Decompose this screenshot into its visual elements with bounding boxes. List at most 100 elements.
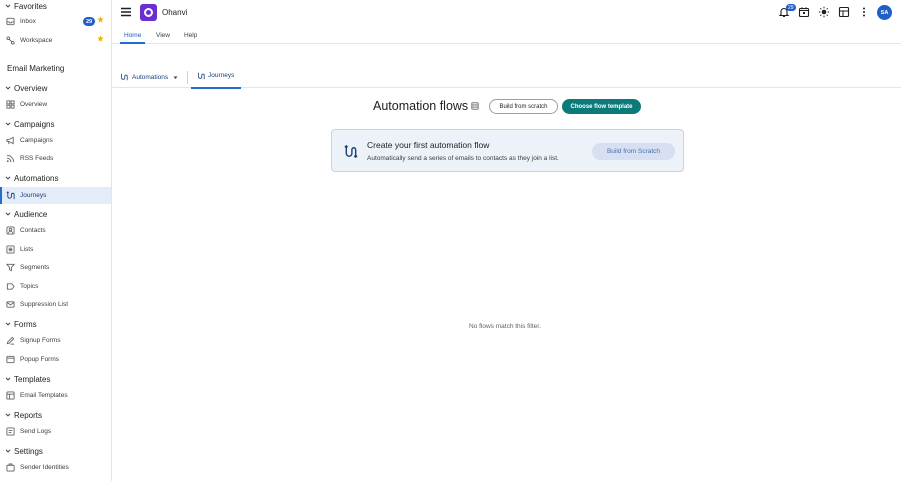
sidebar-item-contacts[interactable]: Contacts <box>0 222 111 239</box>
top-bar: Ohanvi 29 SA <box>112 0 901 27</box>
app-name: Ohanvi <box>162 8 188 17</box>
tag-icon <box>6 283 15 290</box>
flow-icon <box>6 191 15 200</box>
automations-dropdown-label: Automations <box>132 74 169 81</box>
sidebar-item-popup-forms[interactable]: Popup Forms <box>0 351 111 368</box>
sidebar-item-label: Popup Forms <box>20 356 60 363</box>
sidebar-item-label: Campaigns <box>20 137 53 144</box>
chevron-down-icon <box>5 449 11 453</box>
inbox-icon <box>6 17 15 26</box>
mail-block-icon <box>6 301 15 308</box>
sidebar-item-label: Segments <box>20 264 50 271</box>
sidebar-item-label: Topics <box>20 283 39 290</box>
sidebar-item-lists[interactable]: Lists <box>0 241 111 258</box>
sidebar-item-label: Sender Identities <box>20 464 69 471</box>
template-icon <box>6 391 15 400</box>
contact-icon <box>6 226 15 235</box>
section-title: Forms <box>14 319 37 329</box>
sidebar-item-segments[interactable]: Segments <box>0 259 111 276</box>
popup-icon <box>6 355 15 364</box>
tab-view[interactable]: View <box>156 27 170 44</box>
hamburger-menu-icon[interactable] <box>120 6 132 18</box>
build-from-scratch-button[interactable]: Build from scratch <box>489 99 558 114</box>
sidebar-item-overview[interactable]: Overview <box>0 96 111 113</box>
tab-help[interactable]: Help <box>184 27 197 44</box>
chevron-down-icon <box>5 176 11 180</box>
sidebar-item-journeys[interactable]: Journeys <box>0 187 111 204</box>
promo-build-from-scratch-button[interactable]: Build from Scratch <box>592 143 675 160</box>
list-icon <box>6 245 15 254</box>
section-title: Campaigns <box>14 119 55 129</box>
flows-header: Automation flows Build from scratch Choo… <box>366 89 650 122</box>
list-view-icon[interactable] <box>471 102 479 110</box>
section-campaigns[interactable]: Campaigns <box>0 118 111 130</box>
more-vertical-icon[interactable] <box>858 6 870 18</box>
tab-home[interactable]: Home <box>119 27 146 44</box>
section-overview[interactable]: Overview <box>0 82 111 94</box>
sidebar-item-label: Inbox <box>20 18 36 25</box>
app-logo[interactable] <box>140 4 157 21</box>
sidebar-item-suppression-list[interactable]: Suppression List <box>0 296 111 313</box>
sidebar-item-email-templates[interactable]: Email Templates <box>0 387 111 404</box>
user-avatar[interactable]: SA <box>877 5 892 20</box>
ribbon-tabs: Home View Help <box>112 27 901 44</box>
content-toolbar: Automations Journeys <box>112 67 901 89</box>
star-icon[interactable] <box>97 35 104 42</box>
sidebar-item-label: Lists <box>20 246 34 253</box>
section-title: Reports <box>14 410 43 420</box>
chevron-down-icon <box>5 413 11 417</box>
section-forms[interactable]: Forms <box>0 318 111 330</box>
chevron-down-icon <box>5 212 11 216</box>
notification-count-badge: 29 <box>786 4 796 11</box>
rss-icon <box>6 154 15 163</box>
sidebar-item-signup-forms[interactable]: Signup Forms <box>0 332 111 349</box>
sidebar-item-label: RSS Feeds <box>20 155 54 162</box>
sidebar-item-workspace[interactable]: Workspace <box>0 32 111 49</box>
tab-journeys[interactable]: Journeys <box>191 67 241 89</box>
calendar-icon[interactable] <box>798 6 810 18</box>
page-title: Automation flows <box>373 99 469 113</box>
section-settings[interactable]: Settings <box>0 445 111 457</box>
section-audience[interactable]: Audience <box>0 208 111 220</box>
section-title: Favorites <box>14 1 47 11</box>
grid-icon <box>6 100 15 109</box>
log-icon <box>6 427 15 436</box>
create-flow-card: Create your first automation flow Automa… <box>331 129 684 172</box>
sidebar-item-label: Send Logs <box>20 428 52 435</box>
section-title: Automations <box>14 173 59 183</box>
sidebar-item-campaigns[interactable]: Campaigns <box>0 132 111 149</box>
section-favorites[interactable]: Favorites <box>0 0 111 12</box>
empty-state-message: No flows match this filter. <box>469 323 541 330</box>
sidebar-item-label: Signup Forms <box>20 337 61 344</box>
sidebar-item-label: Overview <box>20 101 48 108</box>
sidebar-item-send-logs[interactable]: Send Logs <box>0 423 111 440</box>
section-title: Settings <box>14 446 43 456</box>
identity-icon <box>6 463 15 472</box>
flow-icon <box>344 144 358 159</box>
sidebar-item-rss-feeds[interactable]: RSS Feeds <box>0 150 111 167</box>
section-automations[interactable]: Automations <box>0 172 111 184</box>
layout-icon[interactable] <box>838 6 850 18</box>
choose-flow-template-button[interactable]: Choose flow template <box>562 99 641 114</box>
flow-icon <box>121 73 128 81</box>
section-title: Overview <box>14 83 48 93</box>
section-title: Templates <box>14 374 51 384</box>
workspace-icon <box>6 36 15 45</box>
group-title-email-marketing: Email Marketing <box>7 64 65 73</box>
section-templates[interactable]: Templates <box>0 373 111 385</box>
theme-sun-icon[interactable] <box>818 6 830 18</box>
megaphone-icon <box>6 136 14 145</box>
sidebar-item-label: Workspace <box>20 37 53 44</box>
sidebar: Favorites Inbox 29 Workspace Email Marke… <box>0 0 112 481</box>
section-reports[interactable]: Reports <box>0 409 111 421</box>
chevron-down-icon <box>5 4 11 8</box>
sidebar-item-label: Suppression List <box>20 301 69 308</box>
tab-journeys-label: Journeys <box>208 72 235 79</box>
sidebar-item-inbox[interactable]: Inbox 29 <box>0 13 111 30</box>
star-icon[interactable] <box>97 16 104 23</box>
sidebar-item-sender-identities[interactable]: Sender Identities <box>0 459 111 476</box>
caret-down-icon <box>173 76 178 79</box>
chevron-down-icon <box>5 322 11 326</box>
chevron-down-icon <box>5 86 11 90</box>
sidebar-item-topics[interactable]: Topics <box>0 278 111 295</box>
